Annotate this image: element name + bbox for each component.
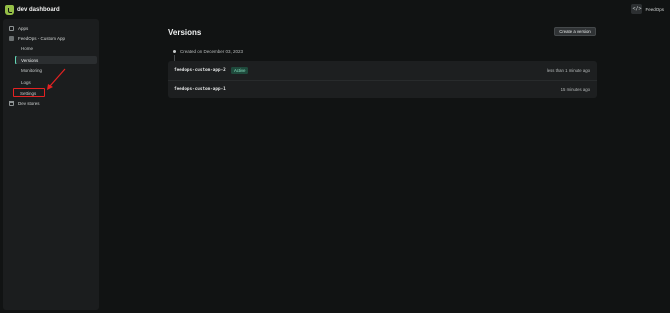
sidebar-item-label: Home [21,45,34,51]
brand-title: dev dashboard [17,7,60,13]
versions-list: feedops-custom-app-2 Active less than 1 … [168,61,597,98]
sidebar-item-label: FeedOps - Custom App [18,36,66,41]
timeline-dot [172,50,176,53]
annotation-arrow [47,68,66,90]
version-row[interactable]: feedops-custom-app-2 Active less than 1 … [168,62,597,80]
shopify-bag-icon [5,5,14,15]
sidebar: Apps FeedOps - Custom App Home Versions … [3,19,99,310]
account-menu[interactable]: </> FeedOps [631,4,664,14]
create-version-button[interactable]: Create a version [554,27,596,36]
sidebar-item-app[interactable]: FeedOps - Custom App [9,34,65,43]
apps-icon [9,26,14,31]
app-icon [9,36,14,41]
sidebar-item-logs[interactable]: Logs [16,78,97,86]
version-name[interactable]: feedops-custom-app-2 [174,68,226,73]
version-time: 15 minutes ago [560,87,590,92]
sidebar-item-label: Monitoring [21,67,43,73]
version-name[interactable]: feedops-custom-app-1 [174,87,226,92]
annotation-highlight-box [13,88,45,97]
status-badge: Active [231,67,249,74]
sidebar-item-monitoring[interactable]: Monitoring [16,66,97,74]
sidebar-item-apps[interactable]: Apps [9,24,28,33]
sidebar-item-label: Apps [18,26,29,31]
store-icon [9,101,14,106]
sidebar-item-label: Dev stores [18,101,40,106]
page-title: Versions [168,28,202,37]
sidebar-item-dev-stores[interactable]: Dev stores [9,99,40,108]
sidebar-item-versions[interactable]: Versions [16,56,97,64]
created-date: Created on December 03, 2023 [180,49,244,54]
sidebar-item-label: Logs [21,79,31,85]
brand[interactable]: dev dashboard [5,5,60,15]
sidebar-item-label: Versions [21,57,39,63]
top-bar: dev dashboard </> FeedOps [0,0,670,20]
version-time: less than 1 minute ago [546,68,590,73]
code-icon: </> [631,4,643,14]
account-name: FeedOps [645,6,664,12]
sidebar-item-home[interactable]: Home [16,44,97,52]
version-row[interactable]: feedops-custom-app-1 15 minutes ago [168,80,597,98]
